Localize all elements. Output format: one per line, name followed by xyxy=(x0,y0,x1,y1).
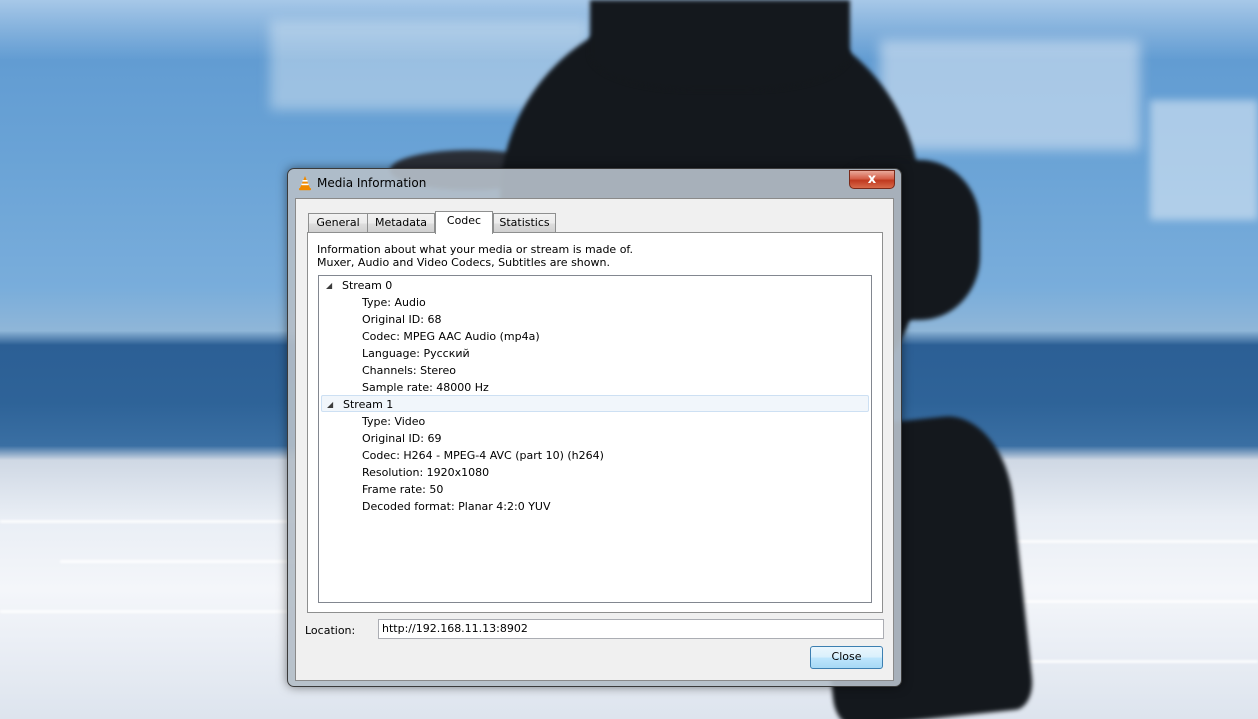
tree-item[interactable]: Frame rate: 50 xyxy=(321,481,869,498)
detail-text: Language: Русский xyxy=(362,347,470,360)
detail-text: Sample rate: 48000 Hz xyxy=(362,381,489,394)
tab-codec[interactable]: Codec xyxy=(435,211,493,234)
title-bar[interactable]: Media Information x xyxy=(288,169,901,197)
tree-item[interactable]: Codec: H264 - MPEG-4 AVC (part 10) (h264… xyxy=(321,447,869,464)
tree-item[interactable]: Codec: MPEG AAC Audio (mp4a) xyxy=(321,328,869,345)
tree-node-stream-0[interactable]: ◢ Stream 0 xyxy=(321,277,869,294)
codec-description: Information about what your media or str… xyxy=(317,243,633,269)
detail-text: Codec: H264 - MPEG-4 AVC (part 10) (h264… xyxy=(362,449,604,462)
tree-item[interactable]: Original ID: 68 xyxy=(321,311,869,328)
codec-tab-panel: Information about what your media or str… xyxy=(307,232,883,613)
media-information-dialog: Media Information x General Metadata Cod… xyxy=(287,168,902,687)
location-field[interactable]: http://192.168.11.13:8902 xyxy=(378,619,884,639)
tree-item[interactable]: Type: Audio xyxy=(321,294,869,311)
vlc-cone-icon xyxy=(299,176,311,191)
tree-item[interactable]: Channels: Stereo xyxy=(321,362,869,379)
detail-text: Decoded format: Planar 4:2:0 YUV xyxy=(362,500,551,513)
window-title: Media Information xyxy=(317,176,427,190)
tree-item[interactable]: Decoded format: Planar 4:2:0 YUV xyxy=(321,498,869,515)
tab-general[interactable]: General xyxy=(308,213,368,233)
tree-node-stream-1[interactable]: ◢ Stream 1 xyxy=(321,395,869,412)
detail-text: Original ID: 68 xyxy=(362,313,442,326)
detail-text: Frame rate: 50 xyxy=(362,483,444,496)
detail-text: Original ID: 69 xyxy=(362,432,442,445)
streams-tree[interactable]: ◢ Stream 0 Type: Audio Original ID: 68 C… xyxy=(318,275,872,603)
triangle-expanded-icon[interactable]: ◢ xyxy=(326,277,332,294)
tab-statistics[interactable]: Statistics xyxy=(493,213,556,233)
triangle-expanded-icon[interactable]: ◢ xyxy=(327,396,333,413)
detail-text: Resolution: 1920x1080 xyxy=(362,466,490,479)
tree-item[interactable]: Language: Русский xyxy=(321,345,869,362)
location-label: Location: xyxy=(305,624,356,637)
tree-item[interactable]: Type: Video xyxy=(321,413,869,430)
detail-text: Type: Video xyxy=(362,415,426,428)
detail-text: Channels: Stereo xyxy=(362,364,456,377)
dialog-client-area: General Metadata Codec Statistics Inform… xyxy=(295,198,894,681)
tree-item[interactable]: Original ID: 69 xyxy=(321,430,869,447)
window-close-button[interactable]: x xyxy=(849,170,895,189)
detail-text: Codec: MPEG AAC Audio (mp4a) xyxy=(362,330,540,343)
tree-item[interactable]: Resolution: 1920x1080 xyxy=(321,464,869,481)
close-button[interactable]: Close xyxy=(810,646,883,669)
codec-description-line-2: Muxer, Audio and Video Codecs, Subtitles… xyxy=(317,256,610,269)
tree-item[interactable]: Sample rate: 48000 Hz xyxy=(321,379,869,396)
codec-description-line-1: Information about what your media or str… xyxy=(317,243,633,256)
stream-label: Stream 0 xyxy=(342,279,393,292)
tab-metadata[interactable]: Metadata xyxy=(367,213,435,233)
stream-label: Stream 1 xyxy=(343,398,394,411)
detail-text: Type: Audio xyxy=(362,296,426,309)
